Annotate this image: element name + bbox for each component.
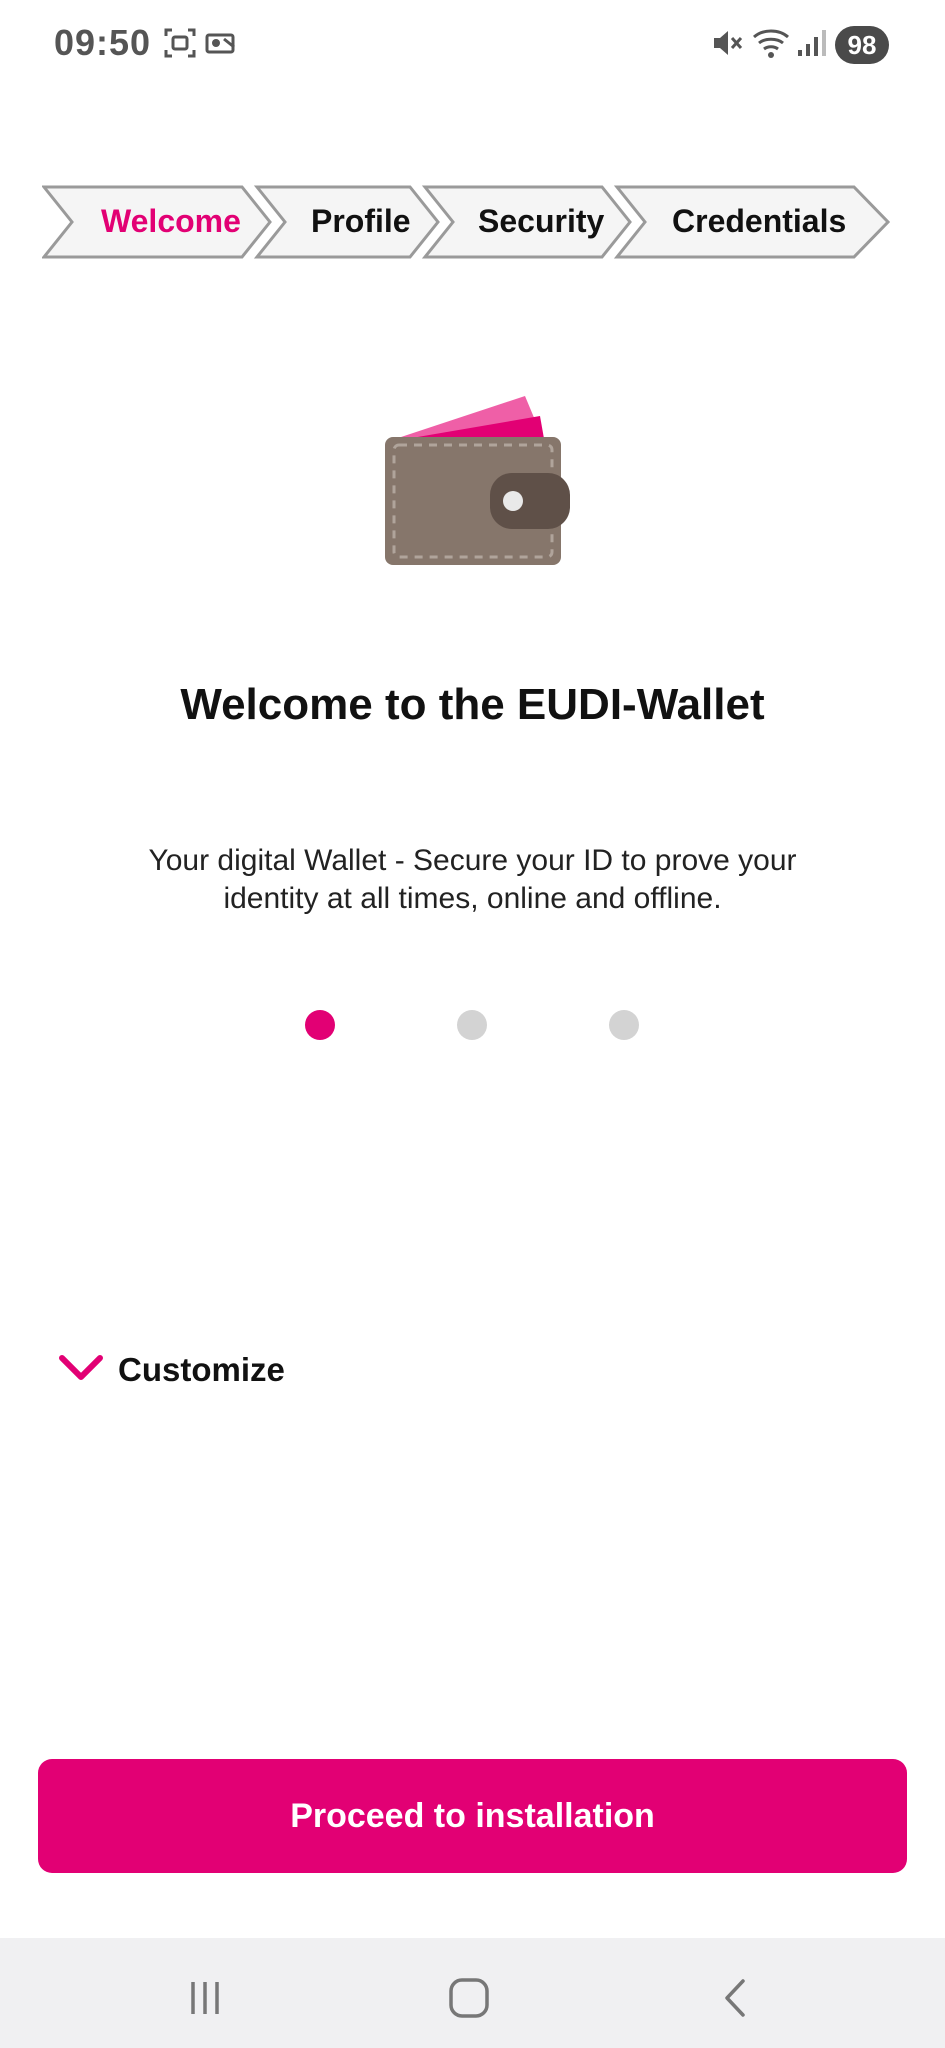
proceed-to-installation-button[interactable]: Proceed to installation bbox=[38, 1759, 907, 1873]
chevron-down-icon bbox=[58, 1353, 104, 1388]
carousel-dot-1[interactable] bbox=[305, 1010, 335, 1040]
signal-icon bbox=[796, 26, 826, 65]
customize-label: Customize bbox=[118, 1351, 285, 1388]
carousel-dot-3[interactable] bbox=[609, 1010, 639, 1040]
screenshot-icon bbox=[163, 26, 197, 65]
mute-icon bbox=[710, 26, 744, 65]
step-security: Security bbox=[478, 203, 605, 239]
wallet-icon bbox=[380, 390, 570, 575]
page-title: Welcome to the EUDI-Wallet bbox=[180, 680, 765, 729]
recents-icon[interactable] bbox=[175, 1968, 235, 2028]
battery-indicator: 98 bbox=[835, 26, 889, 64]
status-time: 09:50 bbox=[54, 22, 152, 63]
cast-icon bbox=[204, 26, 238, 65]
step-profile: Profile bbox=[311, 203, 411, 239]
status-bar: 09:50 98 bbox=[0, 0, 945, 90]
home-icon[interactable] bbox=[439, 1968, 499, 2028]
step-welcome: Welcome bbox=[101, 203, 241, 239]
onboarding-stepper: Welcome Profile Security Credentials bbox=[42, 185, 892, 259]
carousel-dot-2[interactable] bbox=[457, 1010, 487, 1040]
page-description: Your digital Wallet - Secure your ID to … bbox=[148, 844, 797, 915]
navigation-bar bbox=[0, 1938, 945, 2048]
wifi-icon bbox=[752, 26, 790, 65]
carousel-indicator bbox=[0, 1010, 945, 1040]
step-credentials: Credentials bbox=[672, 203, 847, 239]
customize-toggle[interactable]: Customize bbox=[58, 1345, 285, 1395]
back-icon[interactable] bbox=[705, 1968, 765, 2028]
